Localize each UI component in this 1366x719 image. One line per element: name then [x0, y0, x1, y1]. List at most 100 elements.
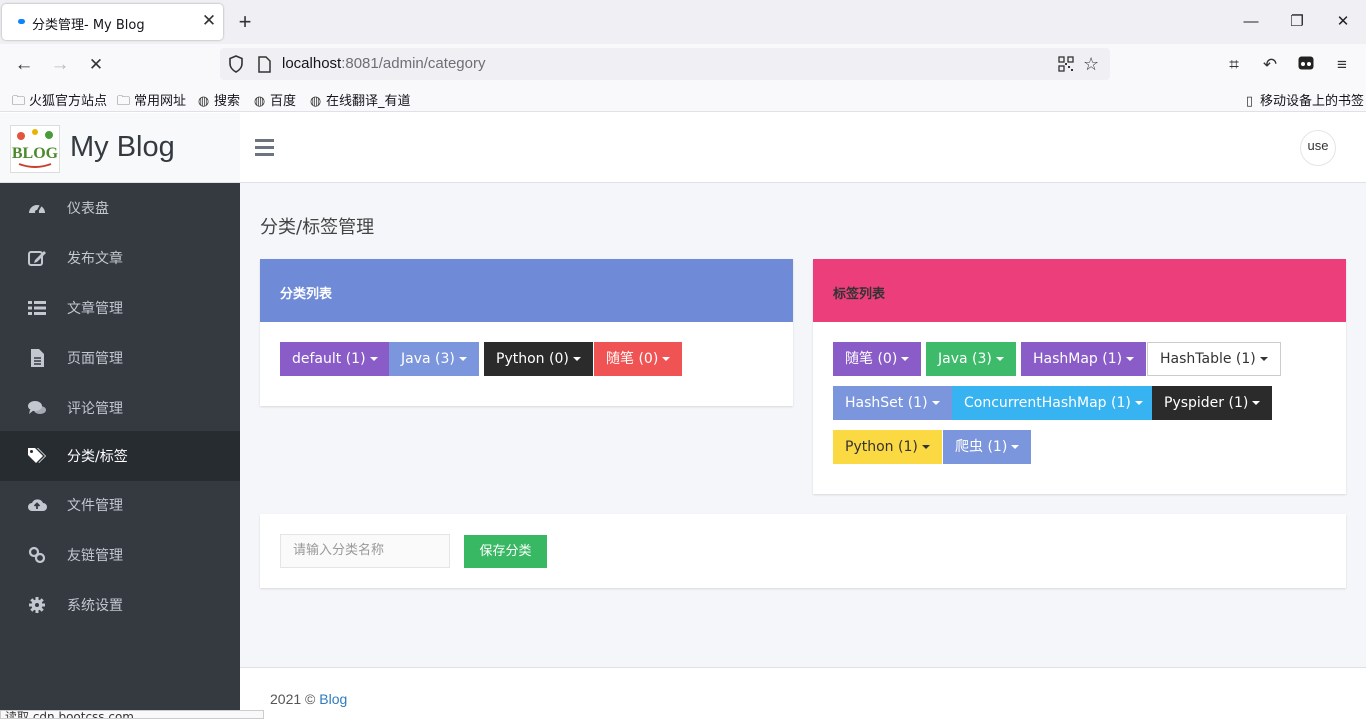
sidebar-item-categories[interactable]: 分类/标签	[0, 431, 240, 481]
tags-icon	[28, 448, 46, 463]
category-card-header: 分类列表	[260, 259, 793, 322]
tag-dropdown[interactable]: HashSet (1)	[833, 386, 952, 420]
caret-down-icon	[1259, 357, 1268, 361]
blog-logo: BLOG	[10, 125, 60, 173]
tag-card-title: 标签列表	[833, 287, 886, 302]
bookmarks-bar: 🗀 火狐官方站点 🗀 常用网址 ◍ 搜索 ◍ 百度 ◍ 在线翻译_有道 ▯ 移动设备上的书签	[0, 86, 1366, 112]
bookmark-link[interactable]: ◍ 搜索	[196, 90, 240, 109]
extension-icon[interactable]	[1293, 52, 1319, 78]
sidebar-item-label: 分类/标签	[67, 449, 128, 465]
link-icon	[28, 546, 46, 564]
caret-down-icon	[458, 357, 467, 361]
page-info-icon[interactable]	[257, 56, 271, 73]
caret-down-icon	[1252, 401, 1261, 405]
admin-page: BLOG My Blog 仪表盘 发布文章 文章管理 页面管理 评论管理 分类/…	[0, 113, 1366, 719]
category-dropdown[interactable]: Python (0)	[484, 342, 593, 376]
undo-close-icon[interactable]: ↶	[1257, 52, 1283, 78]
tag-dropdown[interactable]: Pyspider (1)	[1152, 386, 1273, 420]
globe-icon: ◍	[309, 94, 322, 109]
top-navbar: use	[240, 113, 1366, 183]
sidebar-item-files[interactable]: 文件管理	[0, 480, 240, 530]
sidebar-item-publish[interactable]: 发布文章	[0, 233, 240, 283]
category-name-input[interactable]: 请输入分类名称	[280, 534, 450, 568]
footer-blog-link[interactable]: Blog	[319, 691, 347, 707]
comments-icon	[28, 401, 46, 414]
stop-loading-button[interactable]: ✕	[81, 50, 111, 80]
tag-dropdown[interactable]: Java (3)	[926, 342, 1016, 376]
dashboard-icon	[29, 204, 45, 214]
sidebar-item-label: 系统设置	[67, 598, 123, 614]
shield-icon[interactable]	[228, 55, 244, 73]
caret-down-icon	[921, 445, 930, 449]
bookmark-star-icon[interactable]: ☆	[1083, 54, 1099, 75]
hamburger-menu-icon[interactable]	[255, 139, 274, 156]
save-category-button[interactable]: 保存分类	[464, 535, 547, 568]
bookmark-folder[interactable]: 🗀 火狐官方站点	[11, 90, 107, 114]
file-icon	[31, 349, 44, 367]
tag-card-header: 标签列表	[813, 259, 1346, 322]
browser-tab[interactable]: 分类管理- My Blog ✕	[2, 4, 223, 40]
category-dropdown[interactable]: Java (3)	[389, 342, 479, 376]
page-title: 分类/标签管理	[260, 217, 375, 238]
browser-tab-strip: 分类管理- My Blog ✕ + — ❐ ✕	[0, 0, 1366, 44]
sidebar-item-pages[interactable]: 页面管理	[0, 333, 240, 383]
tag-dropdown[interactable]: HashTable (1)	[1147, 342, 1281, 376]
close-window-button[interactable]: ✕	[1328, 8, 1358, 36]
minimize-button[interactable]: —	[1236, 8, 1266, 36]
sidebar: BLOG My Blog 仪表盘 发布文章 文章管理 页面管理 评论管理 分类/…	[0, 113, 240, 719]
sidebar-item-label: 文件管理	[67, 498, 123, 514]
mobile-bookmarks[interactable]: ▯ 移动设备上的书签	[1242, 90, 1364, 109]
close-tab-icon[interactable]: ✕	[199, 10, 219, 32]
sidebar-item-label: 发布文章	[67, 251, 123, 267]
category-card: 分类列表 default (1) Java (3) Python (0) 随笔 …	[260, 259, 793, 406]
qr-code-icon[interactable]	[1058, 56, 1074, 72]
brand-name: My Blog	[70, 131, 175, 163]
menu-icon[interactable]: ≡	[1329, 52, 1355, 78]
globe-icon: ◍	[253, 94, 266, 109]
caret-down-icon	[369, 357, 378, 361]
browser-toolbar: ← → ✕ localhost:8081/admin/category ☆ ⌗ …	[0, 44, 1366, 86]
sidebar-item-settings[interactable]: 系统设置	[0, 580, 240, 630]
tag-dropdown[interactable]: ConcurrentHashMap (1)	[952, 386, 1155, 420]
sidebar-item-comments[interactable]: 评论管理	[0, 383, 240, 433]
tab-title: 分类管理- My Blog	[32, 18, 145, 33]
cloud-upload-icon	[28, 499, 47, 511]
bookmark-link[interactable]: ◍ 百度	[252, 90, 296, 109]
caret-down-icon	[1134, 401, 1143, 405]
back-button[interactable]: ←	[9, 50, 39, 80]
tag-dropdown[interactable]: 随笔 (0)	[833, 342, 922, 376]
caret-down-icon	[931, 401, 940, 405]
footer-copyright: 2021 © Blog	[270, 691, 348, 707]
caret-down-icon	[572, 357, 581, 361]
sidebar-item-dashboard[interactable]: 仪表盘	[0, 183, 240, 233]
sidebar-item-label: 友链管理	[67, 548, 123, 564]
caret-down-icon	[901, 357, 910, 361]
crop-screenshot-icon[interactable]: ⌗	[1221, 52, 1247, 78]
tag-dropdown[interactable]: 爬虫 (1)	[943, 430, 1032, 464]
avatar[interactable]: use	[1300, 130, 1336, 166]
sidebar-item-label: 文章管理	[67, 301, 123, 317]
bookmark-folder[interactable]: 🗀 常用网址	[116, 90, 186, 114]
category-dropdown[interactable]: 随笔 (0)	[594, 342, 683, 376]
restore-button[interactable]: ❐	[1282, 8, 1312, 36]
tag-card: 标签列表 随笔 (0) Java (3) HashMap (1) HashTab…	[813, 259, 1346, 494]
tag-dropdown[interactable]: HashMap (1)	[1021, 342, 1147, 376]
loading-icon	[18, 19, 25, 24]
brand[interactable]: BLOG My Blog	[0, 113, 240, 183]
bookmark-link[interactable]: ◍ 在线翻译_有道	[308, 90, 411, 109]
category-dropdown[interactable]: default (1)	[280, 342, 390, 376]
sidebar-item-links[interactable]: 友链管理	[0, 530, 240, 580]
list-icon	[28, 301, 46, 315]
address-bar[interactable]: localhost:8081/admin/category ☆	[220, 48, 1110, 80]
forward-button[interactable]: →	[45, 50, 75, 80]
caret-down-icon	[662, 357, 671, 361]
sidebar-item-label: 仪表盘	[67, 201, 109, 217]
url-text[interactable]: localhost:8081/admin/category	[282, 55, 485, 72]
new-tab-button[interactable]: +	[232, 9, 258, 35]
edit-icon	[28, 251, 46, 266]
tag-dropdown[interactable]: Python (1)	[833, 430, 942, 464]
sidebar-item-label: 页面管理	[67, 351, 123, 367]
sidebar-item-articles[interactable]: 文章管理	[0, 283, 240, 333]
svg-text:BLOG: BLOG	[12, 145, 59, 162]
globe-icon: ◍	[197, 94, 210, 109]
